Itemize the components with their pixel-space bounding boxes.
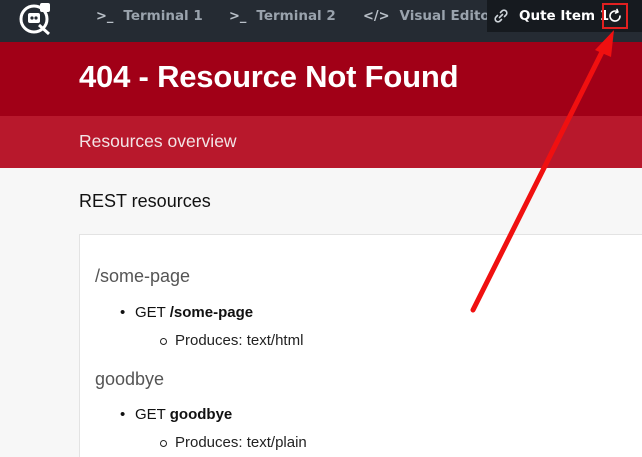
- tab-visual-editor[interactable]: </> Visual Editor: [363, 0, 496, 32]
- code-icon: </>: [363, 8, 390, 24]
- endpoint-link[interactable]: /some-page: [170, 304, 253, 321]
- link-icon: [494, 9, 508, 23]
- produces-item: Produces: text/html: [159, 332, 304, 349]
- produces-label: Produces:: [175, 434, 243, 451]
- produces-label: Produces:: [175, 332, 243, 349]
- page-subtitle: Resources overview: [79, 131, 237, 151]
- app-logo-icon[interactable]: [17, 1, 53, 35]
- subheader: Resources overview: [0, 116, 642, 168]
- resources-card: /some-page GET /some-page Produces: text…: [79, 234, 642, 457]
- page: >_ Terminal 1 >_ Terminal 2 </> Visual E…: [0, 0, 642, 457]
- resource-path: goodbye: [95, 369, 165, 389]
- terminal-prompt-icon: >_: [96, 8, 114, 24]
- resource-path: /some-page: [95, 266, 191, 286]
- tab-terminal-2[interactable]: >_ Terminal 2: [229, 0, 336, 32]
- tab-label: Qute Item 1: [519, 8, 610, 24]
- http-method: GET: [135, 406, 166, 423]
- tab-label: Terminal 1: [123, 8, 203, 24]
- resource-method-item: GET goodbye: [120, 406, 233, 423]
- section-title: REST resources: [79, 191, 211, 211]
- produces-item: Produces: text/plain: [160, 434, 307, 451]
- produces-value: text/html: [246, 332, 304, 349]
- http-method: GET: [135, 304, 166, 321]
- resource-method-item: GET /some-page: [120, 304, 253, 321]
- reload-button[interactable]: [602, 3, 628, 29]
- endpoint-link[interactable]: goodbye: [170, 406, 233, 423]
- tab-label: Visual Editor: [399, 8, 497, 24]
- tab-terminal-1[interactable]: >_ Terminal 1: [96, 0, 203, 32]
- terminal-prompt-icon: >_: [229, 8, 247, 24]
- produces-value: text/plain: [246, 434, 307, 451]
- tab-bar: >_ Terminal 1 >_ Terminal 2 </> Visual E…: [0, 0, 642, 42]
- page-title: 404 - Resource Not Found: [79, 59, 459, 94]
- reload-icon: [609, 8, 621, 22]
- error-header: 404 - Resource Not Found: [0, 42, 642, 116]
- tab-label: Terminal 2: [256, 8, 336, 24]
